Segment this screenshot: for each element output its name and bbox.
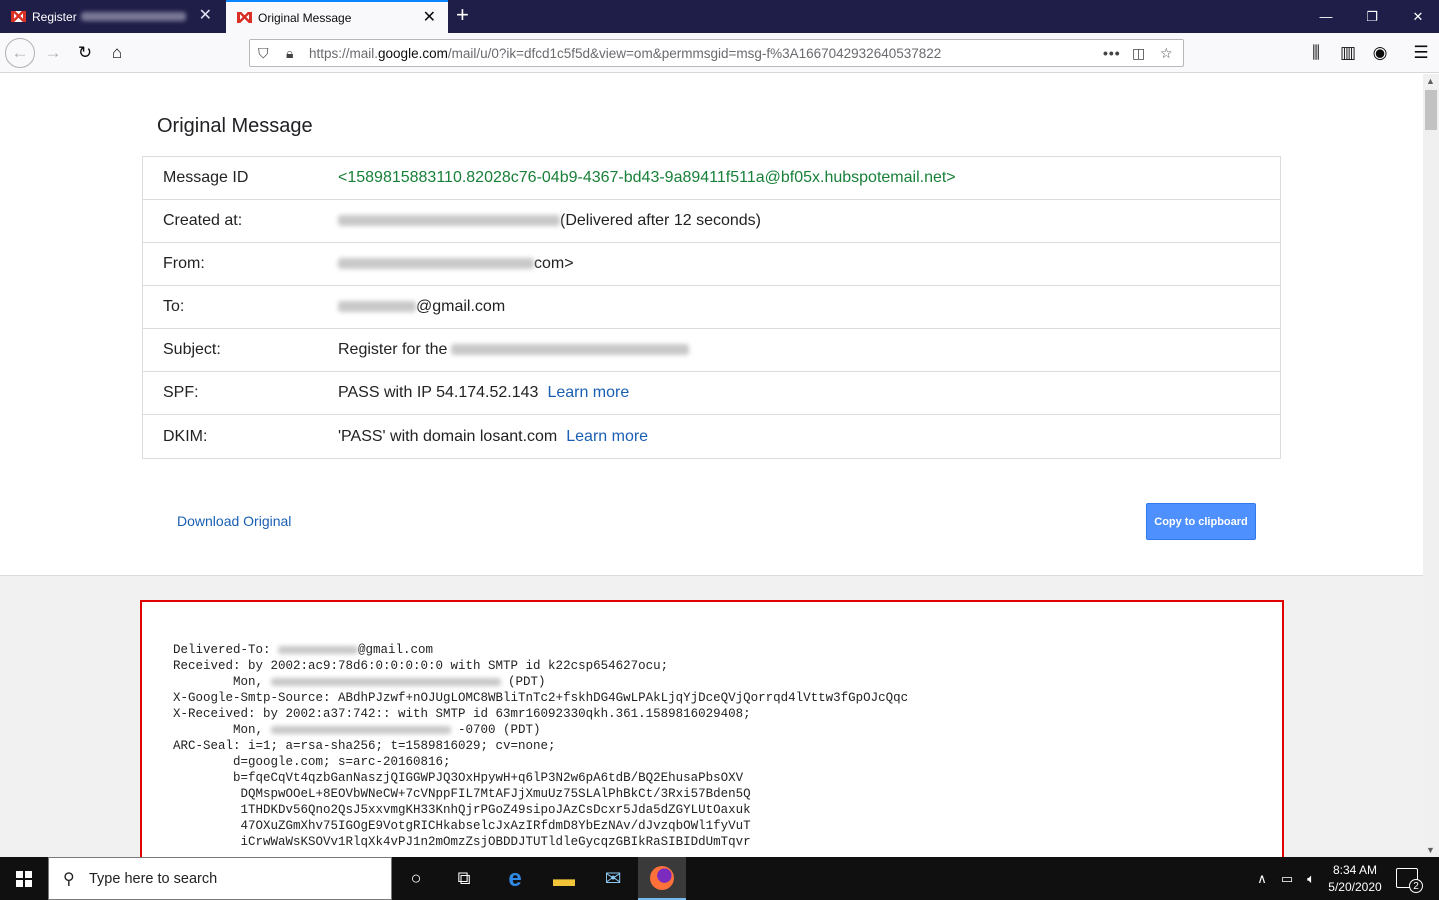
- created-at-value: (Delivered after 12 seconds): [338, 212, 1280, 230]
- task-view-icon[interactable]: ⧉: [440, 857, 488, 900]
- subject-value: Register for the: [338, 341, 1280, 359]
- raw-message-text: Delivered-To: @gmail.com Received: by 20…: [173, 643, 909, 849]
- table-row: Created at: (Delivered after 12 seconds): [143, 200, 1280, 243]
- redacted-text: [338, 258, 534, 270]
- pocket-icon[interactable]: ◫: [1132, 45, 1145, 62]
- menu-icon[interactable]: ☰: [1408, 40, 1434, 66]
- from-value: com>: [338, 255, 1280, 273]
- tab-register[interactable]: Register ✕: [0, 0, 224, 33]
- back-arrow-icon[interactable]: ←: [5, 38, 35, 68]
- taskbar-search[interactable]: ⚲ Type here to search: [48, 857, 392, 900]
- firefox-icon[interactable]: [638, 857, 686, 900]
- redacted-text: [451, 344, 690, 356]
- windows-logo-icon: [16, 870, 32, 887]
- row-key: From:: [163, 255, 205, 272]
- redacted-text: [338, 215, 560, 227]
- vertical-scrollbar[interactable]: ▲ ▼: [1423, 74, 1439, 857]
- url-text[interactable]: https://mail.google.com/mail/u/0?ik=dfcd…: [309, 46, 941, 61]
- mail-app-icon[interactable]: ✉: [589, 857, 637, 900]
- home-icon[interactable]: ⌂: [104, 40, 130, 66]
- redacted-text: [270, 677, 501, 686]
- row-key: Message ID: [163, 169, 249, 186]
- redacted-text: [338, 301, 416, 313]
- taskbar-clock[interactable]: 8:34 AM 5/20/2020: [1325, 862, 1385, 896]
- spf-value: PASS with IP 54.174.52.143 Learn more: [338, 384, 630, 401]
- spf-learn-more-link[interactable]: Learn more: [547, 384, 629, 401]
- search-placeholder: Type here to search: [89, 871, 218, 887]
- copy-to-clipboard-button[interactable]: Copy to clipboard: [1146, 503, 1256, 540]
- raw-message-area: Delivered-To: @gmail.com Received: by 20…: [0, 575, 1423, 857]
- edge-icon[interactable]: e: [491, 857, 539, 900]
- sidebar-icon[interactable]: ▥: [1335, 40, 1361, 66]
- page-title: Original Message: [157, 115, 313, 137]
- close-window-icon[interactable]: ✕: [1395, 0, 1439, 33]
- tab-strip: Register ✕ Original Message ✕ + — ❐ ✕: [0, 0, 1439, 33]
- new-tab-icon[interactable]: +: [456, 4, 469, 26]
- forward-arrow-icon[interactable]: →: [40, 40, 66, 66]
- redacted-text: [278, 645, 359, 654]
- redacted-text: [270, 725, 451, 734]
- header-table: Message ID <1589815883110.82028c76-04b9-…: [142, 156, 1281, 459]
- start-button[interactable]: [0, 857, 48, 900]
- library-icon[interactable]: ⫼: [1303, 40, 1329, 66]
- table-row: SPF: PASS with IP 54.174.52.143 Learn mor…: [143, 372, 1280, 415]
- scroll-down-icon[interactable]: ▼: [1426, 845, 1435, 855]
- page-content: Original Message Message ID <15898158831…: [0, 74, 1423, 857]
- table-row: From: com>: [143, 243, 1280, 286]
- redacted-text: [80, 12, 186, 21]
- scroll-thumb[interactable]: [1425, 90, 1437, 130]
- notification-count: 2: [1409, 879, 1423, 893]
- action-center-icon[interactable]: 2: [1396, 868, 1423, 893]
- row-key: Created at:: [163, 212, 243, 229]
- tab-label: Original Message: [258, 10, 352, 25]
- search-icon: ⚲: [63, 871, 75, 888]
- dkim-value: 'PASS' with domain losant.com Learn more: [338, 427, 649, 445]
- page-actions-icon[interactable]: •••: [1103, 45, 1121, 61]
- download-original-link[interactable]: Download Original: [177, 513, 291, 529]
- navigation-toolbar: ← → ↻ ⌂ ⛉ 🔒︎ https://mail.google.com/mai…: [0, 33, 1439, 73]
- account-icon[interactable]: ◉: [1367, 40, 1393, 66]
- lock-icon[interactable]: 🔒︎: [286, 45, 293, 62]
- row-key: To:: [163, 298, 185, 315]
- row-key: SPF:: [163, 384, 199, 401]
- reload-icon[interactable]: ↻: [72, 40, 98, 66]
- windows-taskbar: ⚲ Type here to search ○ ⧉ e ▬ ✉ ∧ ▭ 🔈︎ 8…: [0, 857, 1439, 900]
- clock-time: 8:34 AM: [1332, 863, 1378, 877]
- table-row: Subject: Register for the: [143, 329, 1280, 372]
- volume-muted-icon[interactable]: 🔈︎: [1300, 857, 1322, 900]
- minimize-icon[interactable]: —: [1303, 0, 1349, 33]
- cortana-icon[interactable]: ○: [392, 857, 440, 900]
- close-tab-icon[interactable]: ✕: [199, 8, 212, 24]
- message-id-value: <1589815883110.82028c76-04b9-4367-bd43-9…: [338, 169, 956, 186]
- file-explorer-icon[interactable]: ▬: [540, 857, 588, 900]
- row-key: Subject:: [163, 341, 221, 358]
- scroll-up-icon[interactable]: ▲: [1426, 76, 1435, 86]
- network-icon[interactable]: ▭: [1276, 857, 1298, 900]
- raw-message-box: Delivered-To: @gmail.com Received: by 20…: [140, 600, 1284, 857]
- address-bar[interactable]: ⛉ 🔒︎ https://mail.google.com/mail/u/0?ik…: [249, 39, 1184, 67]
- bookmark-star-icon[interactable]: ☆: [1160, 45, 1173, 62]
- table-row: To: @gmail.com: [143, 286, 1280, 329]
- gmail-icon: [11, 11, 26, 22]
- tab-label: Register: [32, 9, 77, 24]
- table-row: Message ID <1589815883110.82028c76-04b9-…: [143, 157, 1280, 200]
- close-tab-icon[interactable]: ✕: [423, 10, 436, 26]
- restore-icon[interactable]: ❐: [1349, 0, 1395, 33]
- gmail-icon: [237, 12, 252, 23]
- row-key: DKIM:: [163, 427, 208, 445]
- table-row: DKIM: 'PASS' with domain losant.com Learn…: [143, 415, 1280, 458]
- tab-original-message[interactable]: Original Message ✕: [226, 0, 448, 33]
- shield-icon[interactable]: ⛉: [258, 45, 269, 62]
- dkim-learn-more-link[interactable]: Learn more: [566, 428, 648, 445]
- clock-date: 5/20/2020: [1328, 880, 1382, 894]
- to-value: @gmail.com: [338, 298, 1280, 316]
- show-hidden-icons-icon[interactable]: ∧: [1252, 857, 1272, 900]
